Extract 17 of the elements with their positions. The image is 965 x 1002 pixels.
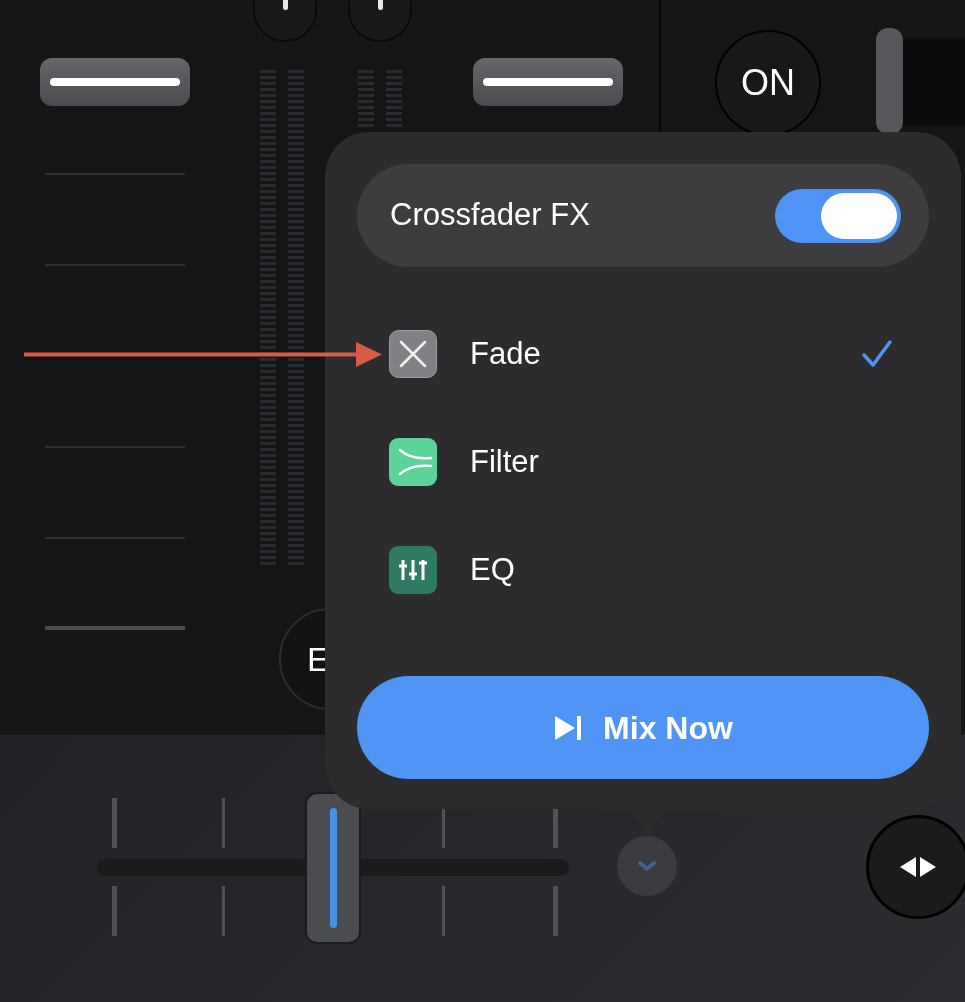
left-right-arrows-icon (898, 855, 938, 879)
slider-thumb[interactable] (876, 28, 903, 134)
chevron-down-icon (637, 860, 657, 872)
sliders-icon (389, 546, 437, 594)
toggle-switch[interactable] (775, 188, 901, 243)
cross-icon (389, 330, 437, 378)
effect-option[interactable]: EQ (357, 516, 929, 624)
toggle-label: Crossfader FX (390, 196, 590, 235)
filter-curves-icon (389, 438, 437, 486)
checkmark-icon (861, 339, 893, 369)
crossfader-thumb[interactable] (305, 792, 361, 944)
fader-thumb[interactable] (40, 58, 190, 106)
fader-thumb[interactable] (473, 58, 623, 106)
option-label: Filter (470, 442, 540, 481)
option-label: EQ (470, 550, 516, 589)
effect-option[interactable]: Filter (357, 408, 929, 516)
option-label: Fade (470, 334, 542, 373)
